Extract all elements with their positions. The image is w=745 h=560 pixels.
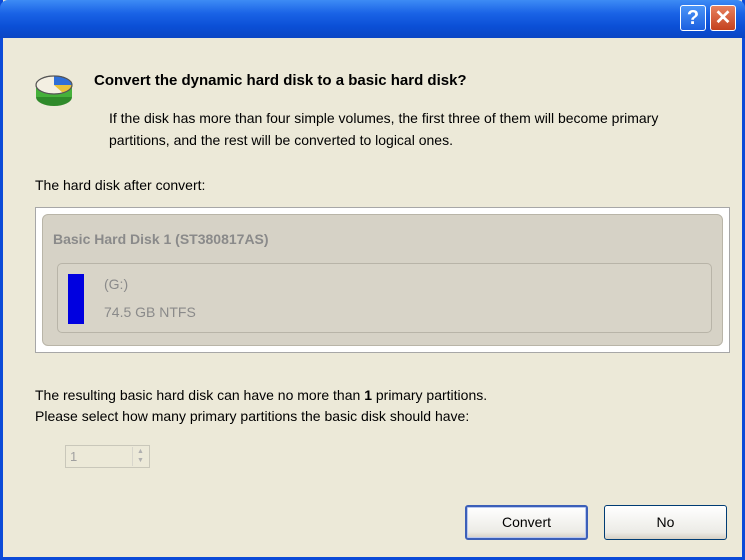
note-max-count: 1 — [364, 387, 372, 403]
no-button[interactable]: No — [604, 505, 727, 540]
convert-button[interactable]: Convert — [465, 505, 588, 540]
primary-partitions-spinner[interactable]: 1 ▲ ▼ — [65, 445, 150, 468]
note-line1-suffix: primary partitions. — [371, 387, 488, 403]
disk-icon — [35, 75, 73, 106]
partition-note: The resulting basic hard disk can have n… — [35, 385, 487, 427]
title-bar: ? ✕ — [0, 0, 745, 38]
note-line2: Please select how many primary partition… — [35, 408, 470, 424]
spinner-up-icon[interactable]: ▲ — [133, 447, 148, 456]
note-line1-prefix: The resulting basic hard disk can have n… — [35, 387, 365, 403]
spinner-arrows[interactable]: ▲ ▼ — [132, 447, 148, 466]
close-button[interactable]: ✕ — [710, 5, 736, 31]
partition-color-bar — [68, 274, 84, 324]
convert-dialog: ? ✕ Convert the dynamic hard disk to a b… — [0, 0, 745, 560]
spinner-down-icon[interactable]: ▼ — [133, 456, 148, 465]
partition-letter: (G:) — [104, 276, 129, 292]
partition-item[interactable]: (G:) 74.5 GB NTFS — [57, 263, 712, 333]
disk-panel: Basic Hard Disk 1 (ST380817AS) (G:) 74.5… — [42, 214, 723, 346]
disk-name: Basic Hard Disk 1 (ST380817AS) — [53, 231, 269, 247]
help-button[interactable]: ? — [680, 5, 706, 31]
disk-section-label: The hard disk after convert: — [35, 177, 206, 193]
disk-map-frame: Basic Hard Disk 1 (ST380817AS) (G:) 74.5… — [35, 207, 730, 353]
dialog-description: If the disk has more than four simple vo… — [109, 110, 659, 148]
partition-info: 74.5 GB NTFS — [104, 304, 196, 320]
spinner-value: 1 — [70, 449, 78, 464]
dialog-title: Convert the dynamic hard disk to a basic… — [94, 72, 467, 89]
